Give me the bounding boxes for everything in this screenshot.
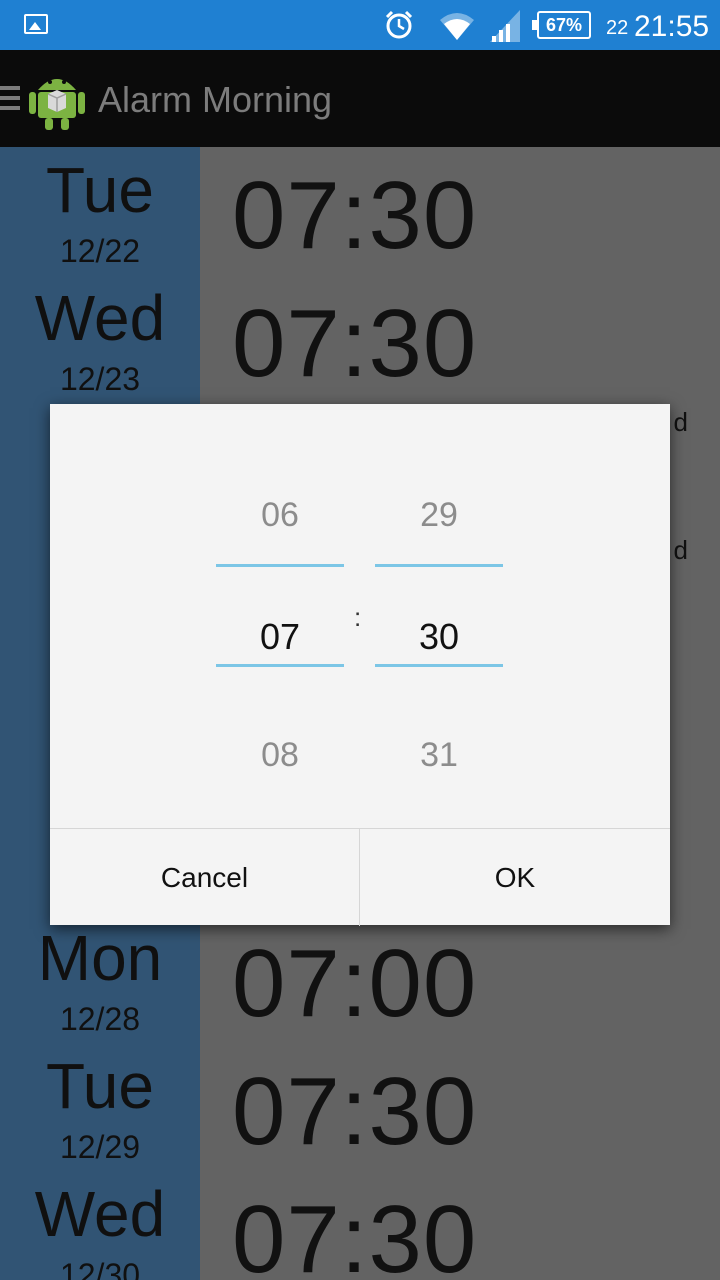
day-date: 12/29 bbox=[59, 1129, 141, 1165]
alarm-clock-icon bbox=[385, 10, 413, 39]
drawer-menu-icon[interactable] bbox=[0, 84, 22, 114]
time-cell[interactable]: 07:00 bbox=[200, 915, 720, 1043]
ok-button[interactable]: OK bbox=[360, 829, 670, 926]
day-date: 12/23 bbox=[59, 361, 141, 397]
alarm-time: 07:30 bbox=[232, 1186, 478, 1280]
minute-divider-top bbox=[375, 564, 503, 567]
signal-icon bbox=[490, 10, 520, 42]
day-name: Tue bbox=[46, 154, 154, 226]
alarm-status-text: d bbox=[673, 407, 688, 437]
android-app-icon[interactable] bbox=[28, 64, 86, 130]
time-picker-dialog: 06 07 08 : 29 30 31 Cancel OK bbox=[50, 404, 670, 926]
hour-picker[interactable]: 06 07 08 bbox=[216, 444, 344, 824]
day-name: Wed bbox=[34, 282, 166, 354]
hour-divider-top bbox=[216, 564, 344, 567]
minute-current-value[interactable]: 30 bbox=[375, 616, 503, 658]
list-item[interactable]: Tue 12/29 07:30 bbox=[0, 1043, 720, 1171]
day-name: Tue bbox=[46, 1050, 154, 1122]
cancel-button[interactable]: Cancel bbox=[50, 829, 360, 926]
time-cell[interactable]: 07:30 bbox=[200, 147, 720, 275]
day-cell: Wed 12/30 bbox=[0, 1171, 200, 1280]
alarm-time: 07:30 bbox=[232, 162, 478, 269]
day-name: Wed bbox=[34, 1178, 166, 1250]
list-item[interactable]: Wed 12/30 07:30 bbox=[0, 1171, 720, 1280]
time-separator: : bbox=[354, 602, 362, 632]
status-bar: 67% 22 21:55 bbox=[0, 0, 720, 50]
minute-next-value[interactable]: 31 bbox=[375, 736, 503, 775]
day-cell: Wed 12/23 bbox=[0, 275, 200, 403]
alarm-status-text: d bbox=[673, 535, 688, 565]
day-cell: Tue 12/29 bbox=[0, 1043, 200, 1171]
action-bar: Alarm Morning bbox=[0, 50, 720, 147]
alarm-time: 07:30 bbox=[232, 290, 478, 397]
minute-picker[interactable]: 29 30 31 bbox=[375, 444, 503, 824]
minute-divider-bottom bbox=[375, 664, 503, 667]
day-date: 12/28 bbox=[59, 1001, 141, 1037]
gallery-icon bbox=[24, 14, 48, 34]
day-cell: Tue 12/22 bbox=[0, 147, 200, 275]
day-date: 12/30 bbox=[59, 1257, 141, 1280]
wifi-icon bbox=[440, 13, 474, 40]
alarm-time: 07:30 bbox=[232, 1058, 478, 1165]
day-name: Mon bbox=[37, 922, 163, 994]
hour-next-value[interactable]: 08 bbox=[216, 736, 344, 775]
minute-prev-value[interactable]: 29 bbox=[375, 496, 503, 535]
notification-count: 22 bbox=[606, 17, 629, 39]
list-item[interactable]: Tue 12/22 07:30 bbox=[0, 147, 720, 275]
hour-prev-value[interactable]: 06 bbox=[216, 496, 344, 535]
time-cell[interactable]: 07:30 bbox=[200, 1043, 720, 1171]
day-cell: Mon 12/28 bbox=[0, 915, 200, 1043]
clock: 21:55 bbox=[634, 10, 710, 43]
hour-current-value[interactable]: 07 bbox=[216, 616, 344, 658]
time-cell[interactable]: 07:30 bbox=[200, 1171, 720, 1280]
app-title: Alarm Morning bbox=[98, 79, 333, 120]
list-item[interactable]: Mon 12/28 07:00 bbox=[0, 915, 720, 1043]
hour-divider-bottom bbox=[216, 664, 344, 667]
list-item[interactable]: Wed 12/23 07:30 bbox=[0, 275, 720, 403]
dialog-button-bar: Cancel OK bbox=[50, 828, 670, 926]
alarm-time: 07:00 bbox=[232, 930, 478, 1037]
battery-level: 67% bbox=[545, 15, 583, 35]
battery-indicator: 67% bbox=[532, 11, 591, 39]
day-date: 12/22 bbox=[59, 233, 141, 269]
time-cell[interactable]: 07:30 bbox=[200, 275, 720, 403]
